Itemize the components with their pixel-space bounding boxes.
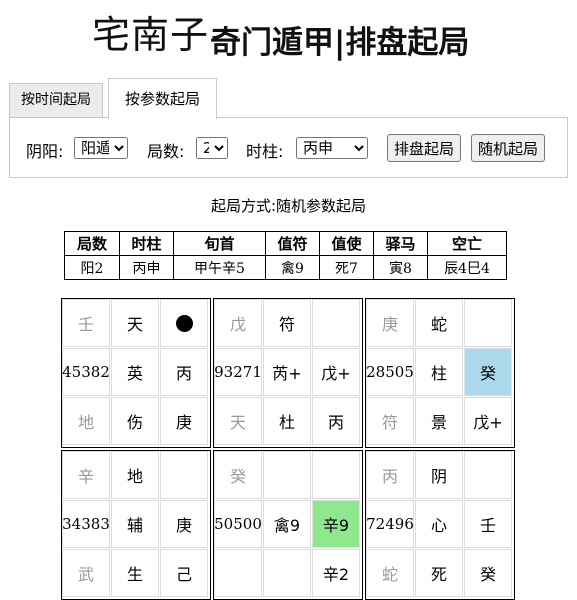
palace-cell: 地 — [111, 451, 159, 499]
palace-cell: 伤 — [111, 397, 159, 445]
palace-cell: 45382 — [62, 348, 110, 396]
palace-cell: 丙 — [366, 451, 414, 499]
palace-cell: 壬 — [62, 299, 110, 347]
palace-cell: 庚 — [366, 299, 414, 347]
palace-cell: 戊 — [214, 299, 262, 347]
palace-cell: 禽9 — [263, 500, 311, 548]
paipan-button[interactable]: 排盘起局 — [387, 134, 462, 162]
summary-header: 值符 — [265, 231, 320, 256]
palace-cell: 杜 — [263, 397, 311, 445]
summary-header: 驿马 — [373, 231, 428, 256]
palace-cell: 34383 — [62, 500, 110, 548]
palace-cell — [263, 549, 311, 597]
palace-cell: 28505 — [366, 348, 414, 396]
palace-cell: 辛9 — [312, 500, 360, 548]
palace-cell — [312, 299, 360, 347]
summary-value: 死7 — [319, 255, 374, 280]
palace-cell: 庚 — [160, 397, 208, 445]
palace-cell — [464, 299, 512, 347]
palace-cell: 庚 — [160, 500, 208, 548]
page-header: 宅南子 奇门遁甲|排盘起局 — [0, 0, 577, 70]
palace-cell: 癸 — [214, 451, 262, 499]
palace-cell — [214, 549, 262, 597]
palace-south: 戊符 93271 芮+ 戊+ 天杜丙 — [213, 298, 363, 448]
tab-by-time[interactable]: 按时间起局 — [9, 83, 103, 117]
palace-cell: 丙 — [312, 397, 360, 445]
palace-cell: 壬 — [464, 500, 512, 548]
palace-cell — [312, 451, 360, 499]
palace-cell: 死 — [415, 549, 463, 597]
palace-cell: 地 — [62, 397, 110, 445]
palace-cell: 50500 — [214, 500, 262, 548]
palace-cell: 蛇 — [366, 549, 414, 597]
palace-cell: 柱 — [415, 348, 463, 396]
palace-east: 辛地 34383 辅庚武生己 — [61, 450, 211, 600]
palace-cell: 符 — [263, 299, 311, 347]
shizhu-label: 时柱: — [246, 142, 284, 161]
palace-cell: 天 — [111, 299, 159, 347]
summary-value-row: 阳2 丙申 甲午辛5 禽9 死7 寅8 辰4巳4 — [64, 255, 507, 280]
palace-cell: 93271 — [214, 348, 262, 396]
palace-cell: 辅 — [111, 500, 159, 548]
palace-cell: 丙 — [160, 348, 208, 396]
summary-header: 旬首 — [173, 231, 266, 256]
summary-value: 禽9 — [265, 255, 320, 280]
summary-value: 阳2 — [64, 255, 120, 280]
palace-cell: 英 — [111, 348, 159, 396]
summary-header: 值使 — [319, 231, 374, 256]
params-panel: 阴阳: 阳遁 局数: 2 时柱: 丙申 排盘起局 随机起局 — [9, 117, 568, 178]
palace-cell: 蛇 — [415, 299, 463, 347]
summary-header: 时柱 — [119, 231, 174, 256]
palace-cell: 72496 — [366, 500, 414, 548]
yinyang-select[interactable]: 阳遁 — [74, 137, 128, 159]
palace-center: 癸 50500 禽9 辛9 辛2 — [213, 450, 363, 600]
palace-cell: 武 — [62, 549, 110, 597]
palace-cell — [160, 451, 208, 499]
page-title: 奇门遁甲|排盘起局 — [210, 25, 470, 61]
random-button[interactable]: 随机起局 — [471, 134, 546, 162]
summary-header: 空亡 — [427, 231, 507, 256]
palace-cell: 戊+ — [312, 348, 360, 396]
palace-cell: 辛 — [62, 451, 110, 499]
summary-value: 寅8 — [373, 255, 428, 280]
palace-cell — [263, 451, 311, 499]
summary-value: 丙申 — [119, 255, 174, 280]
summary-value: 辰4巳4 — [427, 255, 507, 280]
palace-cell: 天 — [214, 397, 262, 445]
palace-cell: 生 — [111, 549, 159, 597]
summary-table: 局数 时柱 旬首 值符 值使 驿马 空亡 阳2 丙申 甲午辛5 禽9 死7 寅8… — [64, 231, 507, 280]
palace-cell — [160, 299, 208, 347]
summary-value: 甲午辛5 — [173, 255, 266, 280]
palace-cell: 戊+ — [464, 397, 512, 445]
palace-cell — [464, 451, 512, 499]
palace-cell: 符 — [366, 397, 414, 445]
summary-header-row: 局数 时柱 旬首 值符 值使 驿马 空亡 — [64, 231, 507, 256]
palace-cell: 景 — [415, 397, 463, 445]
shizhu-select[interactable]: 丙申 — [296, 137, 368, 159]
palace-cell: 阴 — [415, 451, 463, 499]
palace-cell: 己 — [160, 549, 208, 597]
brand-logo: 宅南子 — [92, 13, 210, 57]
palace-southeast: 壬天 45382 英丙地伤庚 — [61, 298, 211, 448]
palace-cell: 癸 — [464, 549, 512, 597]
tab-by-params[interactable]: 按参数起局 — [108, 78, 218, 119]
palace-cell: 心 — [415, 500, 463, 548]
jushu-label: 局数: — [147, 142, 185, 161]
method-text: 起局方式:随机参数起局 — [210, 197, 367, 215]
palace-cell: 癸 — [464, 348, 512, 396]
palace-cell: 芮+ — [263, 348, 311, 396]
palace-cell: 辛2 — [312, 549, 360, 597]
summary-header: 局数 — [64, 231, 120, 256]
yinyang-label: 阴阳: — [26, 142, 64, 161]
marker-dot-icon — [175, 314, 193, 332]
palace-southwest: 庚蛇 28505 柱癸符景戊+ — [365, 298, 515, 448]
jushu-select[interactable]: 2 — [196, 137, 228, 159]
palace-west: 丙阴 72496 心壬蛇死癸 — [365, 450, 515, 600]
